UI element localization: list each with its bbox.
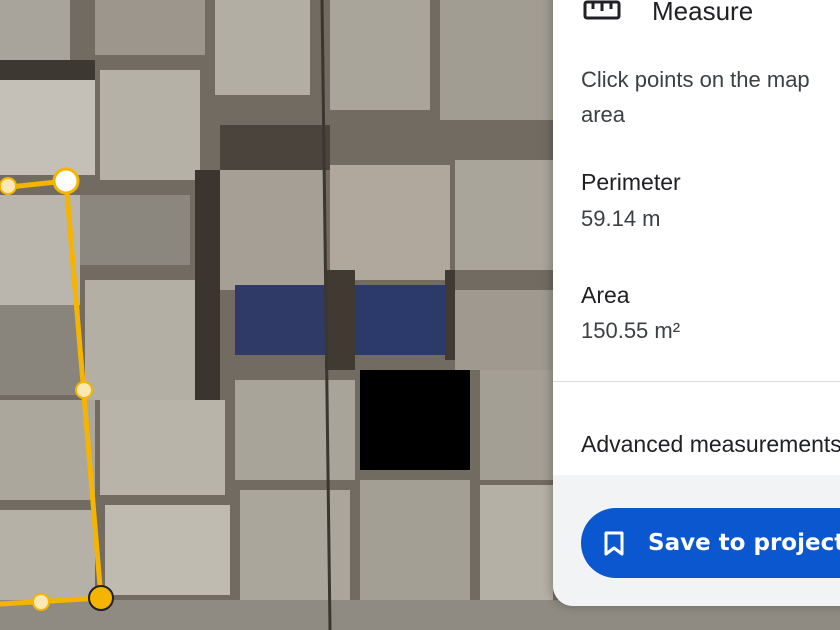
shadow (195, 170, 220, 400)
rooftop (240, 490, 350, 600)
midpoint-handle[interactable] (75, 381, 93, 399)
rooftop (80, 195, 190, 265)
rooftop (350, 285, 445, 355)
rooftop (0, 510, 95, 600)
rooftop (480, 485, 553, 600)
panel-title: Measure (652, 0, 754, 26)
rooftop (100, 400, 225, 495)
shadow (325, 270, 355, 370)
rooftop (480, 370, 553, 480)
rooftop (440, 0, 553, 120)
divider (553, 381, 840, 382)
vertex-handle[interactable] (52, 167, 80, 195)
rooftop (215, 0, 310, 95)
measure-panel: Measure Click points on the map area Per… (553, 0, 840, 606)
shadow (445, 270, 455, 360)
shadow (0, 60, 95, 80)
instructions-text: Click points on the map area (581, 62, 840, 132)
rooftop (220, 170, 325, 290)
rooftop (0, 80, 95, 175)
ruler-icon (583, 0, 621, 20)
rooftop (100, 70, 200, 180)
bookmark-icon (604, 531, 624, 556)
perimeter-value: 59.14 m (581, 206, 661, 231)
instructions-line: Click points on the map (581, 67, 810, 92)
rooftop (235, 380, 355, 480)
rooftop (0, 305, 80, 395)
save-to-project-button[interactable]: Save to project (581, 508, 840, 578)
rooftop (0, 0, 70, 60)
shadow (220, 125, 330, 170)
rooftop (95, 0, 205, 55)
save-button-label: Save to project (648, 530, 840, 556)
rooftop (455, 160, 553, 270)
area-value: 150.55 m² (581, 318, 681, 343)
vertex-handle[interactable] (88, 585, 114, 611)
perimeter-label: Perimeter (581, 169, 681, 195)
advanced-measurements-link[interactable]: Advanced measurements (581, 431, 840, 458)
midpoint-handle[interactable] (0, 177, 17, 195)
rooftop (455, 290, 553, 370)
rooftop (360, 370, 470, 470)
rooftop (235, 285, 325, 355)
rooftop (330, 0, 430, 110)
rooftop (360, 480, 470, 600)
midpoint-handle[interactable] (32, 593, 50, 611)
rooftop (0, 400, 95, 500)
area-label: Area (581, 282, 630, 308)
rooftop (105, 505, 230, 595)
rooftop (330, 165, 450, 280)
instructions-line: area (581, 102, 626, 127)
